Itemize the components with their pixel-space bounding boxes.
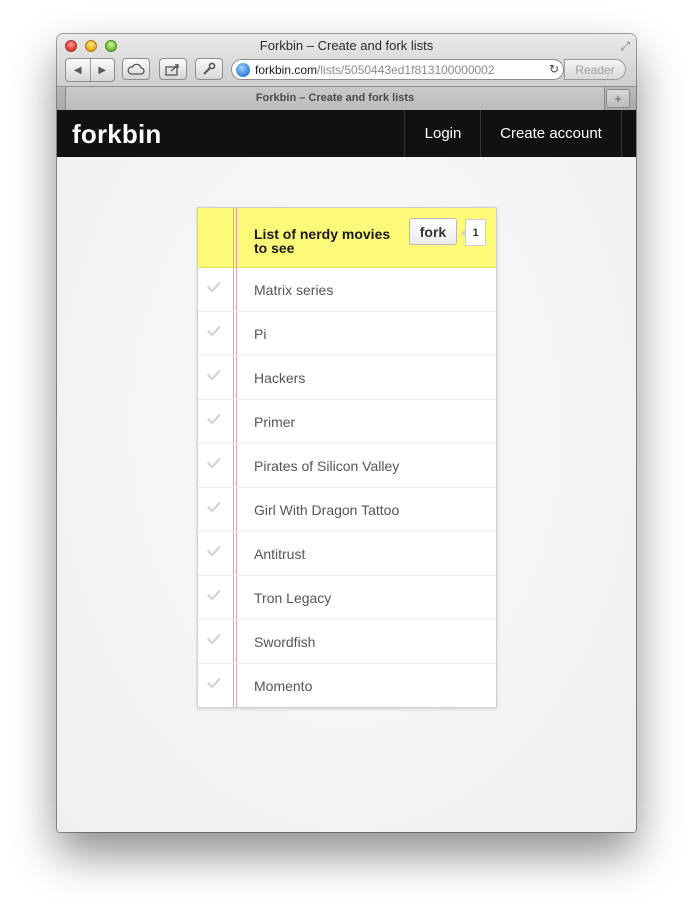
list-item[interactable]: Hackers [198, 356, 496, 400]
page-content: List of nerdy movies to see fork 1 Matri… [57, 157, 636, 832]
list-item[interactable]: Pi [198, 312, 496, 356]
checkmark-icon[interactable] [207, 588, 221, 602]
reload-icon[interactable]: ↻ [549, 62, 559, 76]
tab-bar: Forkbin – Create and fork lists + [57, 86, 636, 111]
reader-button[interactable]: Reader [564, 59, 626, 80]
list-item-label: Girl With Dragon Tattoo [254, 502, 400, 518]
list-item-label: Primer [254, 414, 296, 430]
list-item-label: Pi [254, 326, 267, 342]
checkmark-icon[interactable] [207, 544, 221, 558]
list-item-label: Swordfish [254, 634, 316, 650]
settings-button[interactable] [195, 58, 223, 80]
fork-button[interactable]: fork [409, 218, 457, 245]
list-item-label: Hackers [254, 370, 306, 386]
login-link[interactable]: Login [404, 110, 481, 157]
list-item[interactable]: Primer [198, 400, 496, 444]
checkmark-icon[interactable] [207, 676, 221, 690]
list-item-label: Momento [254, 678, 313, 694]
create-account-link[interactable]: Create account [480, 110, 622, 157]
list-item-label: Matrix series [254, 282, 334, 298]
list-item[interactable]: Matrix series [198, 268, 496, 312]
tab-forkbin[interactable]: Forkbin – Create and fork lists [65, 87, 605, 110]
list-header: List of nerdy movies to see fork 1 [198, 208, 496, 268]
back-arrow-icon: ◀ [73, 64, 82, 76]
list-item[interactable]: Antitrust [198, 532, 496, 576]
globe-icon [236, 62, 250, 77]
list-items: Matrix series Pi Hackers Primer Pirates of S… [198, 268, 496, 707]
new-tab-button[interactable]: + [606, 89, 630, 108]
list-item[interactable]: Pirates of Silicon Valley [198, 444, 496, 488]
title-bar: Forkbin – Create and fork lists ⤢ ◀ ▶ fo… [57, 34, 636, 120]
icloud-button[interactable] [122, 58, 150, 80]
list-item-label: Antitrust [254, 546, 306, 562]
brand-logo[interactable]: forkbin [72, 119, 162, 150]
cloud-icon [127, 63, 145, 75]
window-title: Forkbin – Create and fork lists [259, 38, 434, 53]
url-path: /lists/5050443ed1f813100000002 [317, 62, 495, 77]
checkmark-icon[interactable] [207, 324, 221, 338]
checkmark-icon[interactable] [207, 500, 221, 514]
list-item[interactable]: Tron Legacy [198, 576, 496, 620]
list-item[interactable]: Swordfish [198, 620, 496, 664]
fullscreen-icon[interactable]: ⤢ [620, 39, 630, 54]
address-bar[interactable]: forkbin.com /lists/5050443ed1f8131000000… [231, 59, 564, 80]
url-host: forkbin.com [255, 62, 318, 77]
forward-arrow-icon: ▶ [98, 64, 107, 76]
list-item-label: Tron Legacy [254, 590, 332, 606]
checkmark-icon[interactable] [207, 456, 221, 470]
list-title: List of nerdy movies to see [254, 226, 391, 256]
list-item-label: Pirates of Silicon Valley [254, 458, 400, 474]
checkmark-icon[interactable] [207, 368, 221, 382]
fork-count-badge: 1 [461, 219, 486, 246]
back-forward-group: ◀ ▶ [65, 58, 115, 82]
back-button[interactable]: ◀ [66, 59, 90, 81]
site-navbar: forkbin Login Create account [57, 110, 636, 157]
wrench-icon [203, 62, 216, 75]
list-card: List of nerdy movies to see fork 1 Matri… [197, 207, 497, 708]
checkmark-icon[interactable] [207, 412, 221, 426]
list-item[interactable]: Girl With Dragon Tattoo [198, 488, 496, 532]
list-item[interactable]: Momento [198, 664, 496, 707]
share-icon [165, 63, 179, 76]
browser-window: Forkbin – Create and fork lists ⤢ ◀ ▶ fo… [57, 34, 636, 832]
checkmark-icon[interactable] [207, 280, 221, 294]
forward-button[interactable]: ▶ [89, 59, 115, 81]
share-button[interactable] [159, 58, 187, 80]
checkmark-icon[interactable] [207, 632, 221, 646]
